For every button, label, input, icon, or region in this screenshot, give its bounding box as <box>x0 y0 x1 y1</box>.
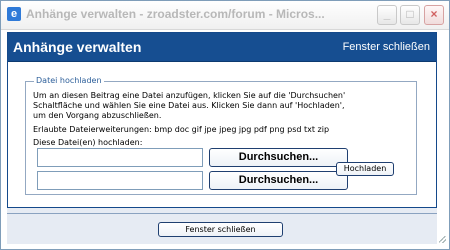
instruction-line-3: um den Vorgang abzuschließen. <box>33 111 162 120</box>
ie-icon: e <box>7 7 21 21</box>
window-titlebar[interactable]: e Anhänge verwalten - zroadster.com/foru… <box>1 1 449 30</box>
popup-window: e Anhänge verwalten - zroadster.com/foru… <box>0 0 450 250</box>
files-label: Diese Datei(en) hochladen: <box>33 138 143 147</box>
minimize-icon[interactable]: _ <box>377 5 397 25</box>
close-icon[interactable]: × <box>424 5 444 25</box>
allowed-extensions: Erlaubte Dateierweiterungen: bmp doc gif… <box>33 125 330 134</box>
file-input-1[interactable] <box>37 148 203 167</box>
footer-close-button[interactable]: Fenster schließen <box>158 222 283 237</box>
window-title: Anhänge verwalten - zroadster.com/forum … <box>26 7 325 21</box>
resize-grip-icon[interactable] <box>439 236 446 243</box>
upload-button[interactable]: Hochladen <box>336 162 394 176</box>
header-close-link[interactable]: Fenster schließen <box>343 41 430 54</box>
maximize-icon[interactable]: □ <box>400 5 420 25</box>
panel-header: Anhänge verwalten Fenster schließen <box>8 33 436 62</box>
browse-button-1[interactable]: Durchsuchen... <box>209 148 348 167</box>
upload-legend: Datei hochladen <box>34 75 104 86</box>
browse-button-2[interactable]: Durchsuchen... <box>209 171 348 190</box>
upload-fieldset: Datei hochladen Um an diesen Beitrag ein… <box>25 75 417 195</box>
file-input-2[interactable] <box>37 171 203 190</box>
footer-divider <box>7 213 437 214</box>
dialog-title: Anhänge verwalten <box>13 39 142 55</box>
dialog-client-area: Anhänge verwalten Fenster schließen Date… <box>7 32 437 244</box>
attachments-panel: Anhänge verwalten Fenster schließen Date… <box>7 32 437 208</box>
